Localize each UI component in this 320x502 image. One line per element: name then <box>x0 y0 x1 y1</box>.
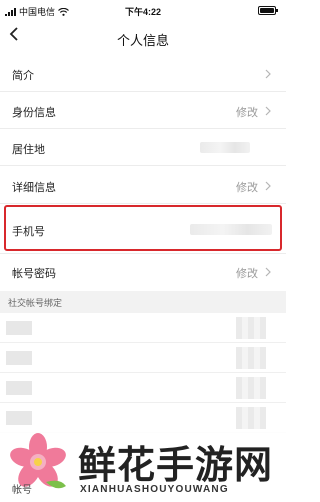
social-account-row[interactable] <box>0 403 286 433</box>
status-time: 下午4:22 <box>124 7 161 17</box>
watermark-title: 鲜花手游网 <box>78 443 274 487</box>
status-bar: 中国电信 下午4:22 <box>0 0 286 22</box>
row-label: 简介 <box>12 70 34 82</box>
watermark: 鲜花手游网 XIANHUASHOUYOUWANG <box>0 432 286 502</box>
row-identity[interactable]: 身份信息 修改 <box>0 92 286 129</box>
chevron-right-icon <box>265 267 271 277</box>
social-account-row[interactable] <box>0 313 286 343</box>
redacted-value <box>236 317 266 339</box>
chevron-right-icon <box>265 106 271 116</box>
page-title: 个人信息 <box>116 33 169 48</box>
battery-icon <box>258 6 278 15</box>
redacted-value <box>236 377 266 399</box>
row-intro[interactable]: 简介 <box>0 56 286 92</box>
social-app-icon <box>6 411 32 425</box>
row-label: 居住地 <box>12 144 45 156</box>
section-header-social: 社交帐号绑定 <box>0 291 286 313</box>
bottom-row-label: 帐号 <box>12 485 32 496</box>
highlight-box <box>4 205 282 251</box>
watermark-subtitle: XIANHUASHOUYOUWANG <box>80 484 229 495</box>
redacted-value <box>236 407 266 429</box>
redacted-value <box>236 347 266 369</box>
redacted-value <box>200 142 250 153</box>
row-details[interactable]: 详细信息 修改 <box>0 166 286 204</box>
row-label: 帐号密码 <box>12 268 56 280</box>
row-residence[interactable]: 居住地 <box>0 129 286 166</box>
edit-link[interactable]: 修改 <box>236 104 258 120</box>
edit-link[interactable]: 修改 <box>236 179 258 195</box>
row-label: 详细信息 <box>12 182 56 194</box>
social-account-row[interactable] <box>0 343 286 373</box>
social-app-icon <box>6 381 32 395</box>
chevron-right-icon <box>265 69 271 79</box>
social-app-icon <box>6 351 32 365</box>
section-title: 社交帐号绑定 <box>8 298 63 308</box>
row-label: 身份信息 <box>12 107 56 119</box>
row-account-password[interactable]: 帐号密码 修改 <box>0 254 286 291</box>
nav-bar: 个人信息 <box>0 22 286 56</box>
social-app-icon <box>6 321 32 335</box>
chevron-right-icon <box>265 181 271 191</box>
social-account-row[interactable] <box>0 373 286 403</box>
edit-link[interactable]: 修改 <box>236 265 258 281</box>
